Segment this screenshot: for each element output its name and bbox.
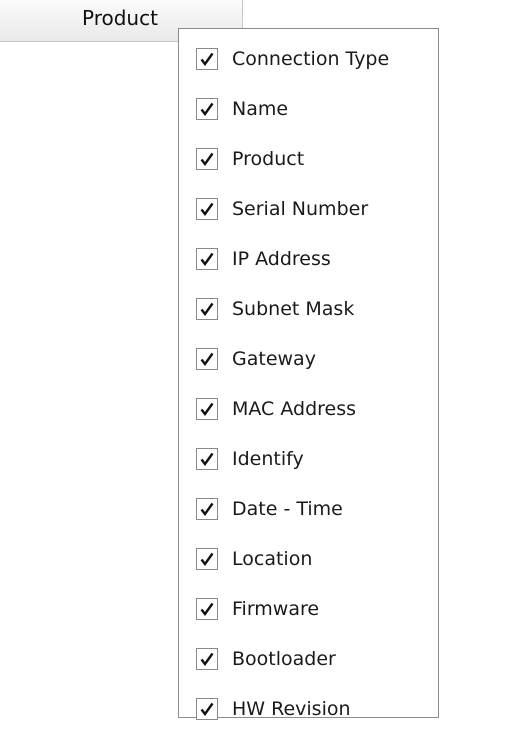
menu-item-label: HW Revision bbox=[232, 698, 351, 720]
checkmark-icon bbox=[200, 352, 214, 366]
checkmark-icon bbox=[200, 502, 214, 516]
checkbox[interactable] bbox=[196, 448, 218, 470]
menu-item-label: Connection Type bbox=[232, 48, 390, 70]
checkmark-icon bbox=[200, 302, 214, 316]
checkbox[interactable] bbox=[196, 398, 218, 420]
checkbox[interactable] bbox=[196, 98, 218, 120]
checkmark-icon bbox=[200, 52, 214, 66]
menu-item-label: Bootloader bbox=[232, 648, 336, 670]
checkmark-icon bbox=[200, 552, 214, 566]
menu-item-product[interactable]: Product bbox=[179, 134, 438, 184]
checkbox[interactable] bbox=[196, 548, 218, 570]
menu-item-label: Name bbox=[232, 98, 289, 120]
checkbox[interactable] bbox=[196, 348, 218, 370]
menu-item-serial-number[interactable]: Serial Number bbox=[179, 184, 438, 234]
menu-item-hw-revision[interactable]: HW Revision bbox=[179, 684, 438, 734]
menu-item-label: Gateway bbox=[232, 348, 316, 370]
menu-item-identify[interactable]: Identify bbox=[179, 434, 438, 484]
checkbox[interactable] bbox=[196, 198, 218, 220]
checkmark-icon bbox=[200, 152, 214, 166]
menu-item-date-time[interactable]: Date - Time bbox=[179, 484, 438, 534]
checkmark-icon bbox=[200, 202, 214, 216]
checkmark-icon bbox=[200, 452, 214, 466]
checkbox[interactable] bbox=[196, 248, 218, 270]
menu-item-name[interactable]: Name bbox=[179, 84, 438, 134]
column-chooser-menu: Connection Type Name Product Serial Numb… bbox=[178, 28, 439, 720]
menu-item-bootloader[interactable]: Bootloader bbox=[179, 634, 438, 684]
checkbox[interactable] bbox=[196, 48, 218, 70]
menu-item-label: Serial Number bbox=[232, 198, 369, 220]
checkmark-icon bbox=[200, 252, 214, 266]
menu-item-gateway[interactable]: Gateway bbox=[179, 334, 438, 384]
menu-item-firmware[interactable]: Firmware bbox=[179, 584, 438, 634]
menu-item-label: Identify bbox=[232, 448, 304, 470]
menu-item-ip-address[interactable]: IP Address bbox=[179, 234, 438, 284]
checkbox[interactable] bbox=[196, 148, 218, 170]
checkmark-icon bbox=[200, 652, 214, 666]
menu-item-label: IP Address bbox=[232, 248, 331, 270]
menu-item-location[interactable]: Location bbox=[179, 534, 438, 584]
checkmark-icon bbox=[200, 102, 214, 116]
menu-item-label: Date - Time bbox=[232, 498, 343, 520]
menu-item-label: Location bbox=[232, 548, 313, 570]
checkbox[interactable] bbox=[196, 598, 218, 620]
checkbox[interactable] bbox=[196, 698, 218, 720]
menu-item-subnet-mask[interactable]: Subnet Mask bbox=[179, 284, 438, 334]
checkmark-icon bbox=[200, 702, 214, 716]
checkbox[interactable] bbox=[196, 498, 218, 520]
menu-item-label: Firmware bbox=[232, 598, 320, 620]
checkmark-icon bbox=[200, 402, 214, 416]
menu-item-label: MAC Address bbox=[232, 398, 357, 420]
menu-item-label: Subnet Mask bbox=[232, 298, 355, 320]
menu-item-connection-type[interactable]: Connection Type bbox=[179, 34, 438, 84]
menu-item-mac-address[interactable]: MAC Address bbox=[179, 384, 438, 434]
column-header-label: Product bbox=[82, 6, 158, 30]
checkbox[interactable] bbox=[196, 298, 218, 320]
checkbox[interactable] bbox=[196, 648, 218, 670]
menu-item-label: Product bbox=[232, 148, 305, 170]
checkmark-icon bbox=[200, 602, 214, 616]
